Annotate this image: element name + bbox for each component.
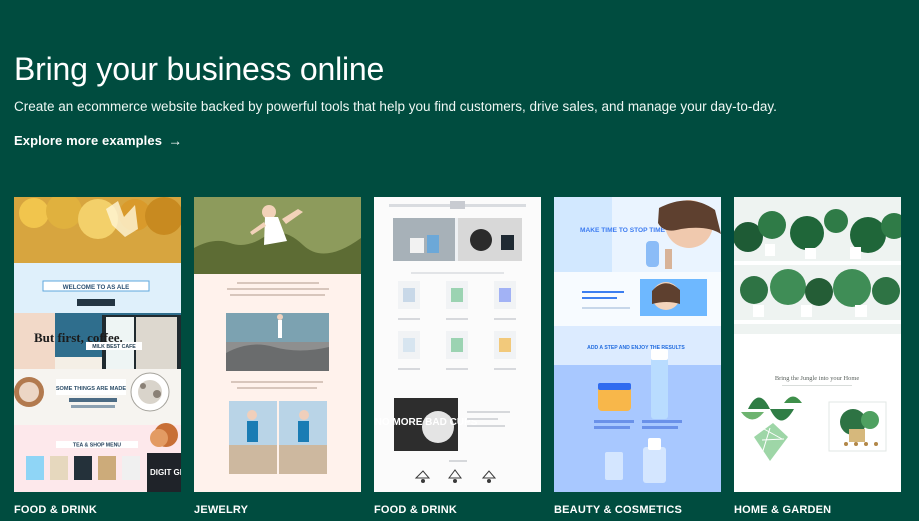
arrow-right-icon: → [168, 132, 183, 148]
page-title: Bring your business online [14, 51, 385, 87]
example-thumbnail-beauty-cosmetics[interactable]: MAKE TIME TO STOP TIME ADD A STEP AND EN… [554, 197, 721, 492]
example-card-food-drink-1[interactable]: WELCOME TO AS ALE But first, coffee. MIL… [14, 197, 181, 521]
example-thumbnail-food-drink-1[interactable]: WELCOME TO AS ALE But first, coffee. MIL… [14, 197, 181, 492]
example-card-jewelry[interactable]: JEWELRY [194, 197, 361, 521]
example-thumbnail-jewelry[interactable] [194, 197, 361, 492]
beauty-subhead: ADD A STEP AND ENJOY THE RESULTS [587, 345, 685, 351]
food-bottom-heading: TEA & SHOP MENU [73, 443, 121, 449]
examples-gallery: WELCOME TO AS ALE But first, coffee. MIL… [14, 197, 901, 521]
food-corner-text: DIGIT GIFTC [150, 468, 181, 477]
beauty-preview: MAKE TIME TO STOP TIME ADD A STEP AND EN… [554, 197, 721, 492]
hero-section: Bring your business online Create an eco… [14, 50, 905, 150]
jewelry-preview [194, 197, 361, 492]
coffee-shop-preview: NO MORE BAD CUPS [374, 197, 541, 492]
example-thumbnail-home-garden[interactable]: Bring the Jungle into your Home [734, 197, 901, 492]
food-banner-heading: WELCOME TO AS ALE [63, 284, 129, 291]
garden-preview: Bring the Jungle into your Home [734, 197, 901, 492]
example-card-beauty-cosmetics[interactable]: MAKE TIME TO STOP TIME ADD A STEP AND EN… [554, 197, 721, 521]
beauty-headline: MAKE TIME TO STOP TIME [580, 227, 666, 234]
food-name-banner: MILK BEST CAFE [92, 344, 136, 350]
coffee-sticker-text: NO MORE BAD CUPS [375, 417, 478, 428]
example-category-label: JEWELRY [194, 504, 249, 516]
example-card-food-drink-2[interactable]: NO MORE BAD CUPS FOOD & DRINK [374, 197, 541, 521]
food-menu-heading: SOME THINGS ARE MADE [56, 386, 127, 392]
example-thumbnail-food-drink-2[interactable]: NO MORE BAD CUPS [374, 197, 541, 492]
food-drink-preview: WELCOME TO AS ALE But first, coffee. MIL… [14, 197, 181, 492]
explore-examples-link[interactable]: Explore more examples → [14, 133, 182, 148]
garden-tagline: Bring the Jungle into your Home [775, 375, 859, 382]
hero-subtitle: Create an ecommerce website backed by po… [14, 99, 777, 114]
example-category-label: FOOD & DRINK [14, 504, 98, 516]
example-card-home-garden[interactable]: Bring the Jungle into your Home HOME & G… [734, 197, 901, 521]
explore-link-label: Explore more examples [14, 133, 163, 148]
example-category-label: FOOD & DRINK [374, 504, 458, 516]
example-category-label: HOME & GARDEN [734, 504, 832, 516]
example-category-label: BEAUTY & COSMETICS [554, 504, 683, 516]
